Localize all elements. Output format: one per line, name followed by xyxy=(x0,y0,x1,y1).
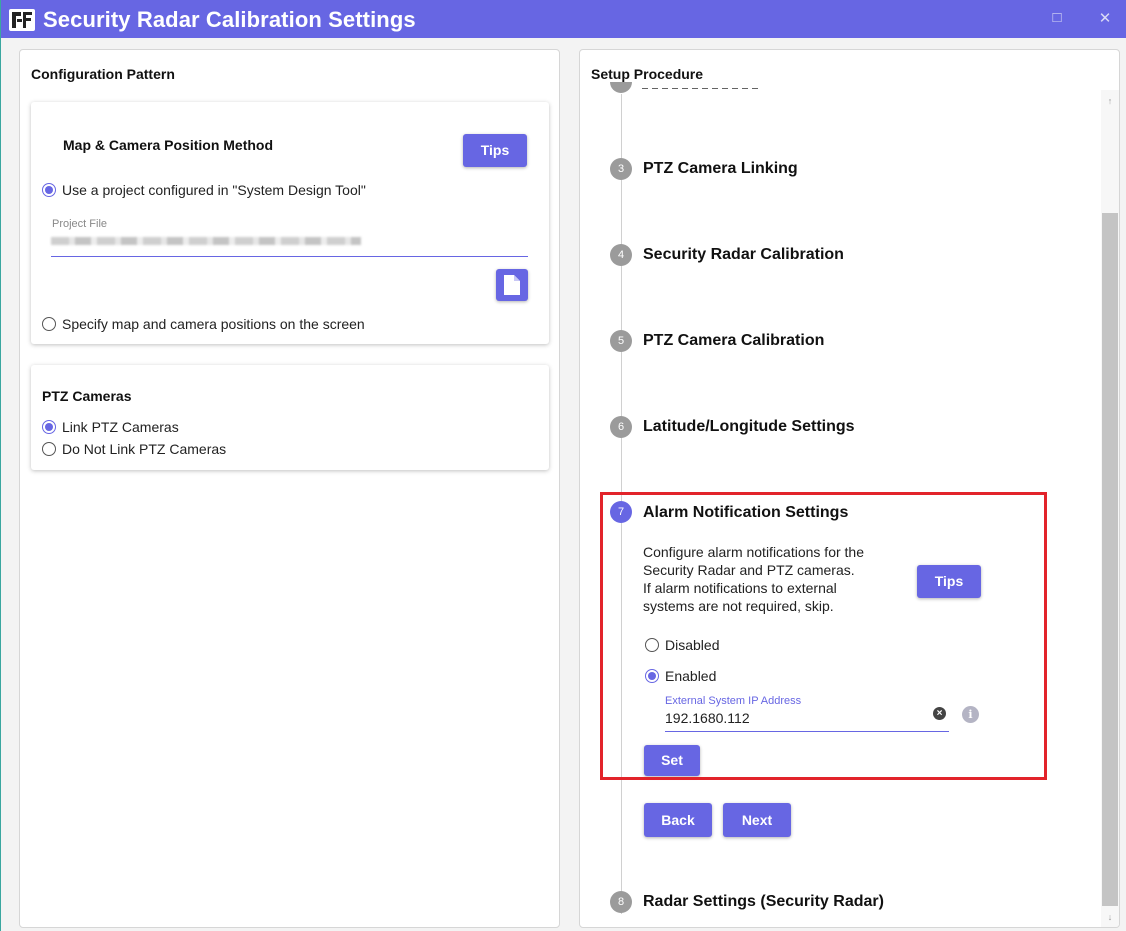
option-no-link-row[interactable]: Do Not Link PTZ Cameras xyxy=(42,441,226,457)
previous-step-circle-fragment xyxy=(610,82,632,94)
configuration-pattern-title: Configuration Pattern xyxy=(31,66,175,82)
back-button[interactable]: Back xyxy=(644,803,712,837)
project-file-label: Project File xyxy=(52,218,108,230)
map-tips-button[interactable]: Tips xyxy=(463,134,527,167)
step-3-title[interactable]: PTZ Camera Linking xyxy=(643,160,798,178)
scroll-up-icon[interactable]: ↑ xyxy=(1103,96,1117,106)
setup-procedure-panel: Setup Procedure 3 PTZ Camera Linking 4 S… xyxy=(579,49,1120,928)
highlight-box xyxy=(600,492,1047,780)
step-3-circle: 3 xyxy=(610,158,632,180)
option-project-radio[interactable] xyxy=(42,183,56,197)
option-screen-radio[interactable] xyxy=(42,317,56,331)
maximize-button[interactable]: □ xyxy=(1047,9,1067,26)
map-camera-card: Map & Camera Position Method Tips Use a … xyxy=(31,102,549,344)
app-logo-icon xyxy=(9,9,35,31)
option-no-link-label: Do Not Link PTZ Cameras xyxy=(62,441,227,457)
close-button[interactable]: ✕ xyxy=(1095,9,1115,27)
step-5-circle: 5 xyxy=(610,330,632,352)
ptz-cameras-card: PTZ Cameras Link PTZ Cameras Do Not Link… xyxy=(31,365,549,470)
next-button[interactable]: Next xyxy=(723,803,791,837)
window-title: Security Radar Calibration Settings xyxy=(43,7,416,32)
browse-file-button[interactable] xyxy=(496,269,528,301)
option-link-radio[interactable] xyxy=(42,420,56,434)
option-no-link-radio[interactable] xyxy=(42,442,56,456)
step-4-circle: 4 xyxy=(610,244,632,266)
option-screen-row[interactable]: Specify map and camera positions on the … xyxy=(42,316,365,332)
option-link-row[interactable]: Link PTZ Cameras xyxy=(42,419,179,435)
setup-procedure-title: Setup Procedure xyxy=(591,66,704,82)
option-screen-label: Specify map and camera positions on the … xyxy=(62,316,365,332)
step-4-title[interactable]: Security Radar Calibration xyxy=(643,246,844,264)
option-link-label: Link PTZ Cameras xyxy=(62,419,179,435)
scroll-down-icon[interactable]: ↓ xyxy=(1103,912,1117,922)
step-8-title[interactable]: Radar Settings (Security Radar) xyxy=(643,893,884,911)
title-bar: Security Radar Calibration Settings □ ✕ xyxy=(1,0,1126,38)
ptz-cameras-heading: PTZ Cameras xyxy=(42,388,132,404)
previous-step-title-fragment xyxy=(642,88,762,94)
project-file-value[interactable] xyxy=(51,237,361,245)
file-icon xyxy=(504,275,520,295)
option-project-row[interactable]: Use a project configured in "System Desi… xyxy=(42,182,366,198)
project-file-underline xyxy=(51,256,528,257)
step-5-title[interactable]: PTZ Camera Calibration xyxy=(643,332,824,350)
step-6-title[interactable]: Latitude/Longitude Settings xyxy=(643,418,855,436)
map-camera-heading: Map & Camera Position Method xyxy=(63,137,274,153)
step-8-circle: 8 xyxy=(610,891,632,913)
app-window: Security Radar Calibration Settings □ ✕ … xyxy=(0,0,1126,931)
configuration-pattern-panel: Configuration Pattern Map & Camera Posit… xyxy=(19,49,560,928)
step-6-circle: 6 xyxy=(610,416,632,438)
scrollbar-thumb[interactable] xyxy=(1102,213,1118,906)
option-project-label: Use a project configured in "System Desi… xyxy=(62,182,366,198)
